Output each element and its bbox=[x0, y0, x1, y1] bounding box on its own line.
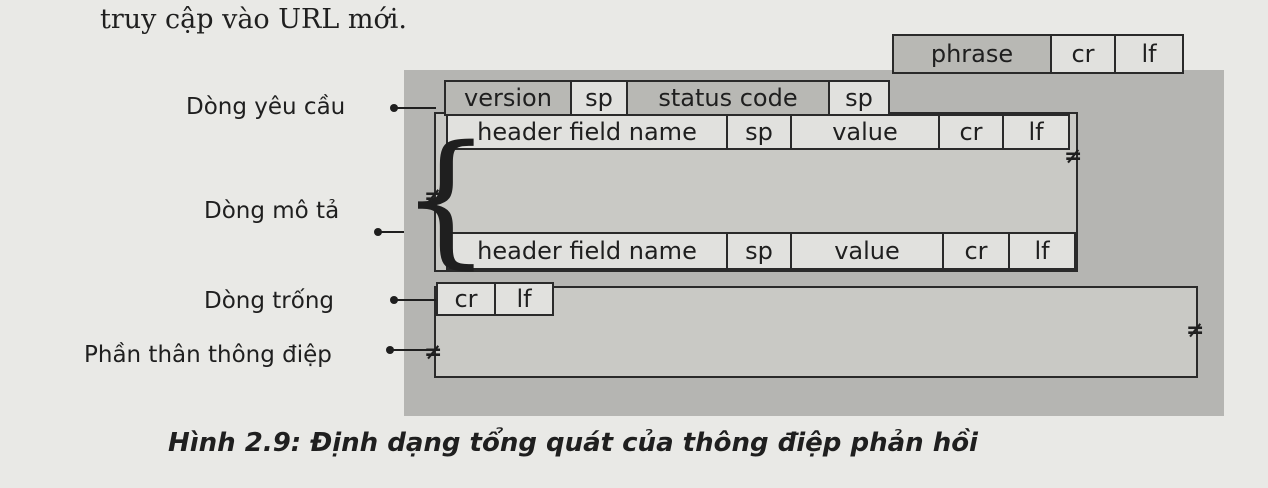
header-sp-cell-2: sp bbox=[726, 232, 792, 270]
status-line-row: version sp status code sp bbox=[444, 80, 1072, 116]
label-request-line: Dòng yêu cầu bbox=[186, 94, 346, 120]
header-break-mark-right: ≠ bbox=[1064, 144, 1083, 169]
status-cr-cell: cr bbox=[1050, 34, 1116, 74]
sp-cell-1: sp bbox=[570, 80, 628, 116]
body-break-mark-right: ≠ bbox=[1186, 318, 1205, 343]
body-break-mark-left: ≠ bbox=[424, 340, 443, 365]
description-pointer bbox=[380, 231, 404, 233]
phrase-cell: phrase bbox=[892, 34, 1052, 74]
status-code-cell: status code bbox=[626, 80, 830, 116]
blank-line-row: cr lf bbox=[436, 282, 554, 316]
header-lf-cell-2: lf bbox=[1008, 232, 1076, 270]
header-lf-cell-1: lf bbox=[1002, 114, 1070, 150]
header-line-2: header field name sp value cr lf bbox=[446, 232, 1078, 270]
label-description: Dòng mô tả bbox=[204, 198, 340, 224]
description-brace: { bbox=[400, 114, 492, 282]
intro-text: truy cập vào URL mới. bbox=[100, 4, 407, 35]
blank-lf-cell: lf bbox=[494, 282, 554, 316]
status-line-tail: phrase cr lf bbox=[892, 34, 1186, 74]
header-cr-cell-2: cr bbox=[942, 232, 1010, 270]
request-line-pointer bbox=[396, 107, 436, 109]
version-cell: version bbox=[444, 80, 572, 116]
blank-cr-cell: cr bbox=[436, 282, 496, 316]
status-lf-cell: lf bbox=[1114, 34, 1184, 74]
blank-line-pointer bbox=[396, 299, 436, 301]
header-line-1: header field name sp value cr lf bbox=[446, 114, 1072, 150]
sp-cell-2: sp bbox=[828, 80, 890, 116]
header-value-cell-1: value bbox=[790, 114, 940, 150]
header-value-cell-2: value bbox=[790, 232, 944, 270]
label-blank-line: Dòng trống bbox=[204, 288, 334, 314]
figure-caption: Hình 2.9: Định dạng tổng quát của thông … bbox=[168, 428, 978, 458]
header-sp-cell-1: sp bbox=[726, 114, 792, 150]
label-body: Phần thân thông điệp bbox=[84, 342, 332, 368]
body-pointer bbox=[392, 349, 436, 351]
header-cr-cell-1: cr bbox=[938, 114, 1004, 150]
